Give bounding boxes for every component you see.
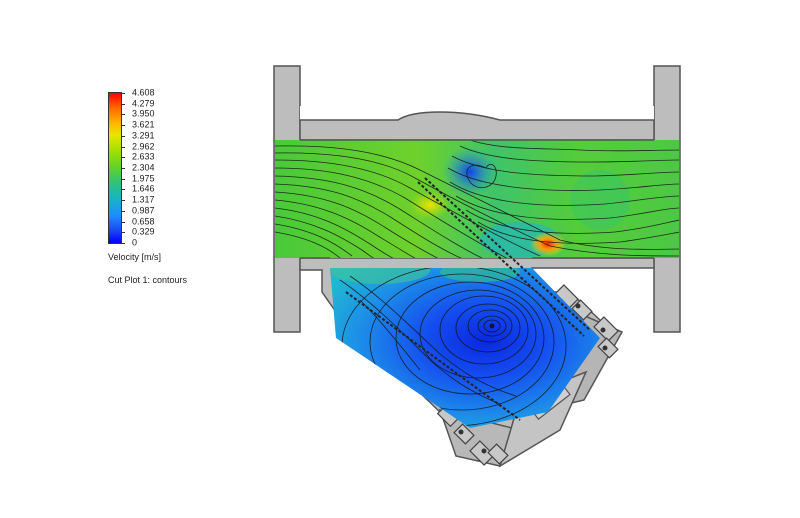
legend-tick-mark [121, 232, 125, 234]
legend-tick-label: 4.608 [132, 87, 155, 98]
legend-tick-mark [121, 210, 125, 212]
velocity-legend: 4.608 4.279 3.950 3.621 3.291 2.962 2.633 2.304… [106, 87, 246, 290]
legend-tick-label: 3.291 [132, 130, 155, 141]
legend-tick-mark [121, 189, 125, 191]
legend-tick-label: 0.987 [132, 205, 155, 216]
legend-tick-label: 2.962 [132, 141, 155, 152]
legend-tick-label: 1.317 [132, 194, 155, 205]
legend-tick-label: 1.975 [132, 173, 155, 184]
legend-tick-mark [121, 243, 125, 244]
legend-tick-mark [121, 93, 125, 94]
pipe-flow-field [275, 140, 679, 258]
legend-tick-mark [121, 146, 125, 148]
legend-tick-mark [121, 125, 125, 127]
velocity-color-bar [108, 92, 122, 244]
legend-tick-label: 3.950 [132, 108, 155, 119]
cut-plot-caption: Cut Plot 1: contours [108, 275, 188, 285]
legend-tick-mark [121, 114, 125, 116]
legend-tick-mark [121, 168, 125, 169]
legend-tick-mark [121, 221, 125, 223]
legend-tick-label: 3.621 [132, 119, 155, 130]
legend-tick-mark [121, 135, 125, 137]
legend-tick-label: 0.329 [132, 226, 155, 237]
legend-tick-label: 2.633 [132, 151, 155, 162]
legend-tick-label: 0 [132, 237, 138, 248]
legend-tick-mark [121, 103, 125, 105]
legend-tick-label: 4.279 [132, 98, 155, 109]
legend-tick-mark [121, 200, 125, 202]
legend-tick-label: 1.646 [132, 183, 155, 194]
legend-tick-mark [121, 157, 125, 159]
legend-tick-label: 2.304 [132, 162, 155, 173]
legend-unit-label: Velocity [m/s] [108, 252, 162, 262]
legend-tick-label: 0.658 [132, 216, 155, 227]
legend-tick-mark [121, 178, 125, 180]
